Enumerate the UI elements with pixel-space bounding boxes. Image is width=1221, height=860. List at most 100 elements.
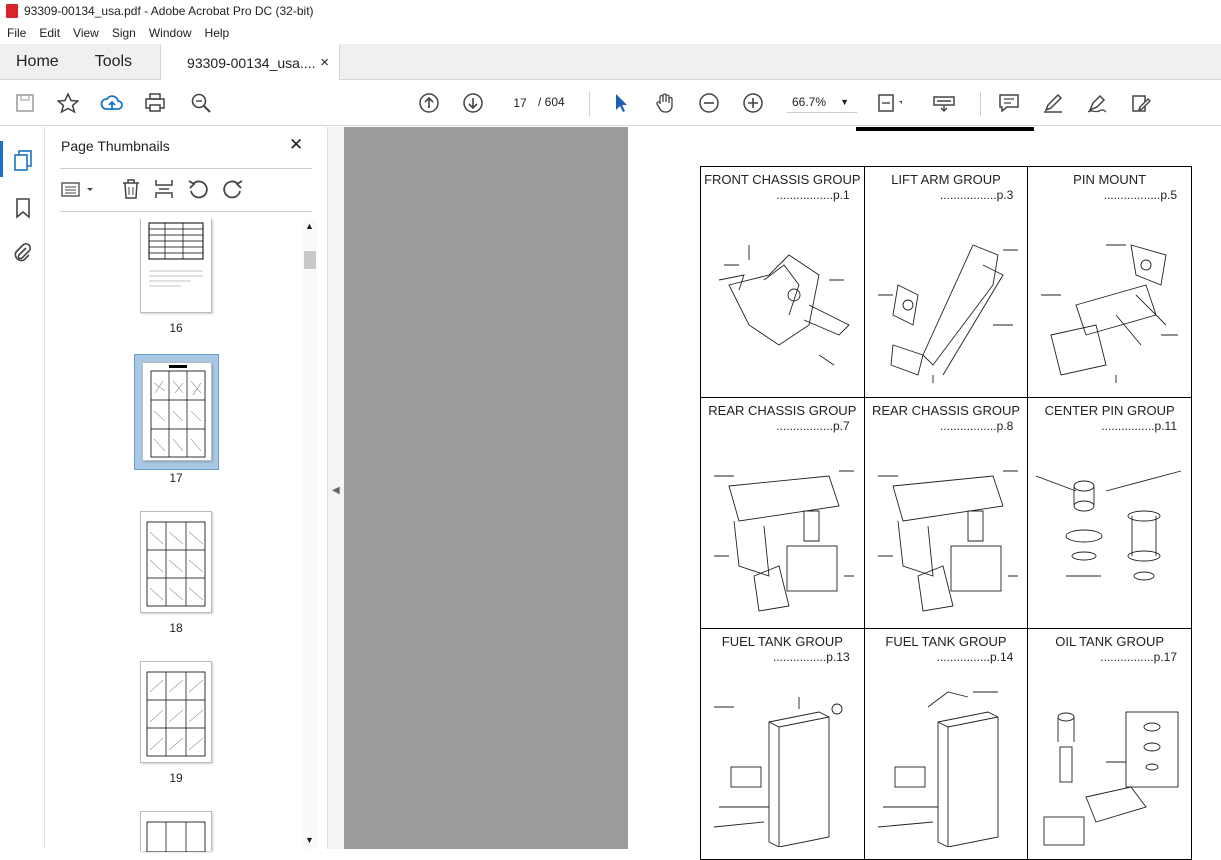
- zoom-level-value: 66.7%: [792, 95, 827, 109]
- active-indicator: [0, 141, 3, 177]
- tab-document[interactable]: 93309-00134_usa.... ×: [160, 44, 341, 81]
- panel-divider: [60, 168, 312, 169]
- group-title: LIFT ARM GROUP: [891, 172, 1001, 187]
- left-navigation-rail: [0, 127, 45, 849]
- menu-file[interactable]: File: [7, 26, 26, 40]
- zoom-in-icon[interactable]: [740, 90, 766, 116]
- attachment-icon[interactable]: [12, 242, 32, 269]
- page-thumbnails-icon[interactable]: [13, 149, 35, 176]
- page-ref: ................p.14: [936, 650, 1014, 664]
- pin-mount-diagram: [1041, 244, 1179, 383]
- print-icon[interactable]: [142, 90, 168, 116]
- menu-view[interactable]: View: [73, 26, 99, 40]
- thumbnail-options-icon[interactable]: [61, 180, 97, 205]
- tab-tools-label: Tools: [94, 53, 133, 70]
- menu-bar: File Edit View Sign Window Help: [0, 22, 1221, 44]
- page-number-input[interactable]: 17: [505, 91, 535, 113]
- page-ref: ................p.13: [772, 650, 850, 664]
- panel-divider: [60, 211, 312, 212]
- scroll-up-icon[interactable]: ▲: [305, 221, 314, 231]
- contents-cell[interactable]: LIFT ARM GROUP .................p.3: [863, 166, 1029, 398]
- rotate-clockwise-icon[interactable]: [222, 178, 244, 205]
- page-ref: .................p.7: [776, 419, 850, 433]
- contents-cell[interactable]: PIN MOUNT .................p.5: [1027, 166, 1192, 398]
- zoom-out-icon[interactable]: [696, 90, 722, 116]
- save-icon[interactable]: [12, 90, 38, 116]
- collapse-panel-handle[interactable]: ◀: [327, 127, 344, 849]
- contents-grid: FRONT CHASSIS GROUP .................p.1 …: [700, 166, 1192, 860]
- close-panel-button[interactable]: ✕: [289, 135, 303, 155]
- contents-cell[interactable]: REAR CHASSIS GROUP .................p.8: [863, 397, 1029, 629]
- collapse-left-icon[interactable]: ◀: [332, 485, 340, 496]
- zoom-search-icon[interactable]: [188, 90, 214, 116]
- group-title: REAR CHASSIS GROUP: [871, 403, 1021, 418]
- lift-arm-diagram: [877, 244, 1018, 383]
- thumbnail-page-18[interactable]: [140, 511, 212, 613]
- insert-page-icon[interactable]: [153, 178, 175, 205]
- group-title: FUEL TANK GROUP: [721, 634, 843, 649]
- page-header-bar: [856, 127, 1034, 131]
- menu-window[interactable]: Window: [149, 26, 192, 40]
- contents-cell[interactable]: FRONT CHASSIS GROUP .................p.1: [700, 166, 865, 398]
- toolbar-divider: [589, 92, 590, 116]
- tab-bar: Home Tools 93309-00134_usa.... ×: [0, 44, 1221, 81]
- thumbnail-page-17[interactable]: [142, 362, 212, 461]
- tab-document-label: 93309-00134_usa....: [187, 54, 316, 71]
- page-ref: ................p.11: [1101, 419, 1177, 433]
- delete-page-icon[interactable]: [120, 178, 142, 205]
- menu-sign[interactable]: Sign: [112, 26, 136, 40]
- window-title: 93309-00134_usa.pdf - Adobe Acrobat Pro …: [24, 4, 314, 18]
- rear-chassis-diagram: [714, 470, 854, 612]
- next-page-icon[interactable]: [460, 90, 486, 116]
- select-cursor-icon[interactable]: [608, 90, 634, 116]
- menu-edit[interactable]: Edit: [39, 26, 60, 40]
- scrollbar-thumb[interactable]: [304, 251, 316, 269]
- rotate-counterclockwise-icon[interactable]: [187, 178, 209, 205]
- group-title: FUEL TANK GROUP: [885, 634, 1007, 649]
- group-title: OIL TANK GROUP: [1055, 634, 1165, 649]
- bookmark-icon[interactable]: [13, 197, 33, 224]
- rear-chassis-diagram-2: [877, 470, 1018, 612]
- thumbnail-page-16[interactable]: [140, 219, 212, 313]
- page-ref: .................p.5: [1103, 188, 1177, 202]
- zoom-level-select[interactable]: 66.7% ▼: [787, 91, 857, 113]
- tab-tools[interactable]: Tools: [75, 44, 148, 80]
- fuel-tank-diagram-2: [877, 691, 999, 847]
- thumbnail-page-19[interactable]: [140, 661, 212, 763]
- title-bar: 93309-00134_usa.pdf - Adobe Acrobat Pro …: [0, 0, 1221, 22]
- page-thumbnails-panel: Page Thumbnails ✕ 16 17 18 19 ▲ ▼: [45, 127, 327, 853]
- contents-cell[interactable]: OIL TANK GROUP ................p.17: [1027, 628, 1192, 860]
- group-title: PIN MOUNT: [1073, 172, 1147, 187]
- contents-cell[interactable]: FUEL TANK GROUP ................p.13: [700, 628, 865, 860]
- keyboard-icon[interactable]: [931, 90, 957, 116]
- oil-tank-diagram: [1043, 711, 1179, 846]
- thumbnail-label: 19: [169, 771, 183, 785]
- contents-cell[interactable]: CENTER PIN GROUP ................p.11: [1027, 397, 1192, 629]
- tab-home-label: Home: [16, 53, 59, 70]
- page-fit-icon[interactable]: [876, 90, 902, 116]
- edit-pdf-icon[interactable]: [1128, 90, 1154, 116]
- comment-icon[interactable]: [996, 90, 1022, 116]
- star-icon[interactable]: [55, 90, 81, 116]
- panel-title: Page Thumbnails: [61, 138, 170, 154]
- thumbnail-page-20[interactable]: [140, 811, 212, 853]
- panel-scrollbar[interactable]: ▲ ▼: [303, 219, 317, 849]
- page-ref: ................p.17: [1100, 650, 1177, 664]
- previous-page-icon[interactable]: [416, 90, 442, 116]
- page-ref: .................p.8: [939, 419, 1014, 433]
- highlight-pen-icon[interactable]: [1040, 90, 1066, 116]
- document-canvas-background: [344, 127, 628, 849]
- sign-pen-icon[interactable]: [1084, 90, 1110, 116]
- close-tab-button[interactable]: ×: [320, 54, 329, 71]
- group-title: CENTER PIN GROUP: [1044, 403, 1175, 418]
- toolbar-divider: [980, 92, 981, 116]
- scroll-down-icon[interactable]: ▼: [305, 835, 314, 845]
- contents-cell[interactable]: FUEL TANK GROUP ................p.14: [863, 628, 1029, 860]
- hand-tool-icon[interactable]: [652, 90, 678, 116]
- tab-home[interactable]: Home: [0, 44, 75, 80]
- fuel-tank-diagram: [713, 697, 843, 847]
- menu-help[interactable]: Help: [205, 26, 230, 40]
- main-toolbar: 17 / 604 66.7% ▼: [0, 80, 1221, 126]
- cloud-upload-icon[interactable]: [99, 90, 125, 116]
- contents-cell[interactable]: REAR CHASSIS GROUP .................p.7: [700, 397, 865, 629]
